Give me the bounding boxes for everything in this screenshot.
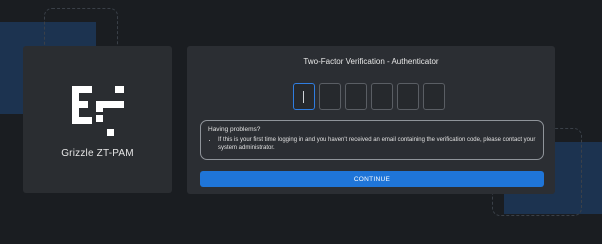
help-heading: Having problems?	[208, 126, 261, 133]
code-digit-input[interactable]	[371, 83, 393, 110]
continue-button[interactable]: CONTINUE	[200, 171, 544, 187]
code-digit-input[interactable]	[319, 83, 341, 110]
page-title: Two-Factor Verification - Authenticator	[303, 57, 439, 66]
code-digit-input[interactable]	[293, 83, 315, 110]
verification-code-input-group	[293, 83, 445, 110]
brand-name: Grizzle ZT-PAM	[61, 148, 134, 159]
help-list: If this is your first time logging in an…	[208, 136, 536, 152]
text-caret	[303, 91, 304, 103]
help-item: If this is your first time logging in an…	[218, 136, 536, 152]
grizzle-logo-icon	[71, 86, 124, 136]
brand-card: Grizzle ZT-PAM	[23, 46, 172, 193]
verification-card: Two-Factor Verification - Authenticator …	[187, 46, 555, 194]
code-digit-input[interactable]	[345, 83, 367, 110]
code-digit-input[interactable]	[423, 83, 445, 110]
help-notice: Having problems? If this is your first t…	[200, 120, 544, 160]
code-digit-input[interactable]	[397, 83, 419, 110]
